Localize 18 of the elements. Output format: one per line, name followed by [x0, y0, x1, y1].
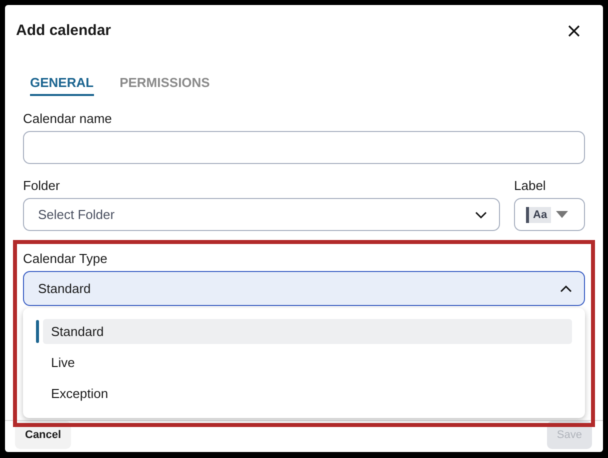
field-label: Calendar name	[23, 111, 113, 126]
tab[interactable]: GENERAL	[30, 75, 94, 96]
chevron-down-icon	[475, 210, 487, 218]
menu-option[interactable]: Exception	[43, 381, 572, 406]
close-icon[interactable]	[568, 24, 580, 36]
input-field[interactable]	[23, 131, 585, 164]
select-field[interactable]: Standard	[23, 271, 585, 306]
chevron-up-icon	[560, 284, 572, 292]
label-picker[interactable]: Aa	[514, 198, 585, 231]
field-label: Label	[514, 178, 547, 193]
label-swatch: Aa	[526, 206, 552, 222]
menu-option[interactable]: Standard	[43, 319, 572, 344]
menu-option[interactable]: Live	[43, 350, 572, 375]
field-label: Calendar Type	[23, 251, 108, 266]
field-label: Folder	[23, 178, 61, 193]
select-field[interactable]: Select Folder	[23, 198, 500, 231]
dialog-title: Add calendar	[16, 22, 112, 39]
caret-down-icon	[556, 211, 568, 218]
